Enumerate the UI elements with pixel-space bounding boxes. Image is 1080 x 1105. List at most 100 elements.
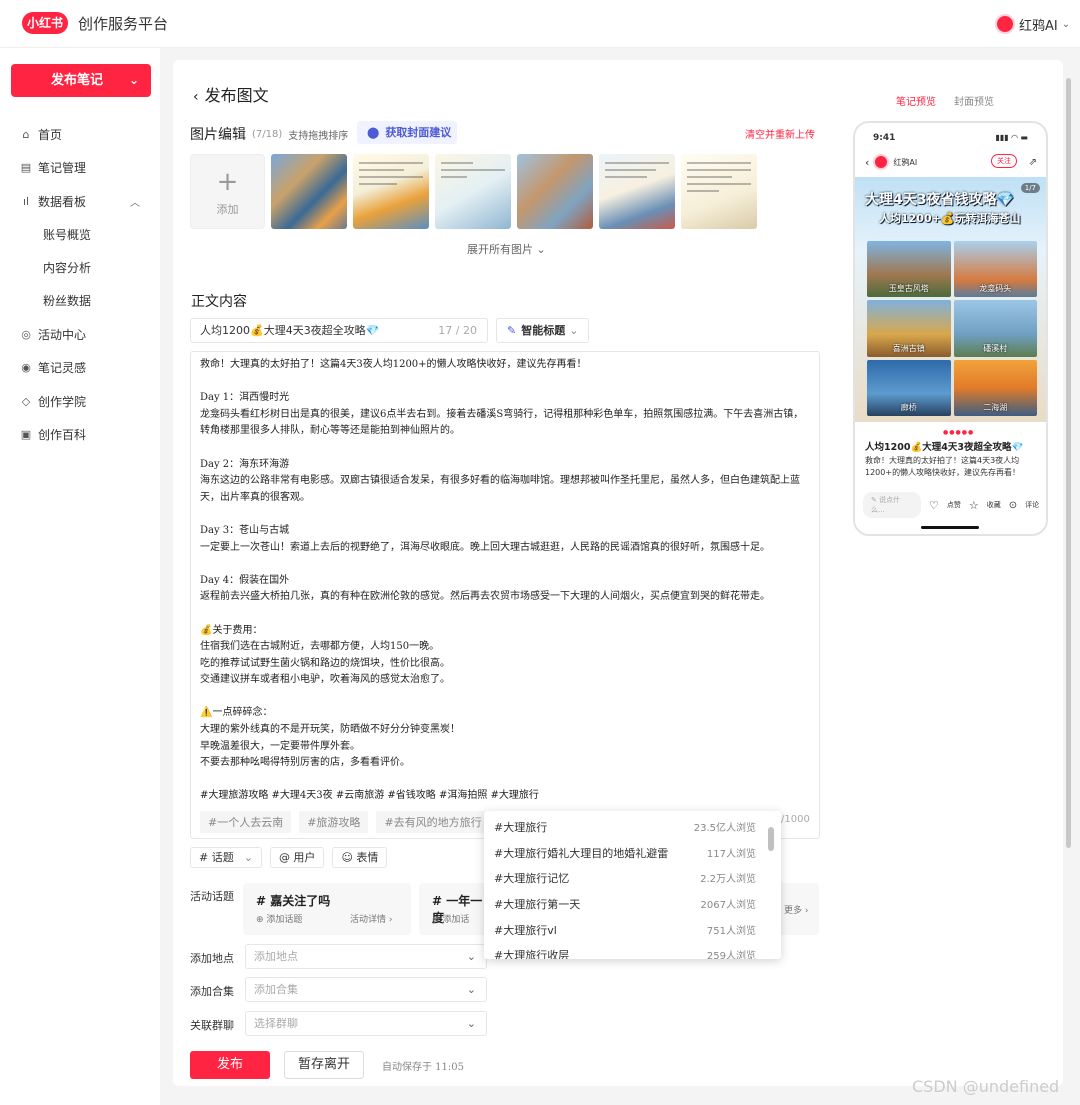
add-topic-link[interactable]: ⊕ 添加话 <box>432 912 469 925</box>
body-line: 一定要上一次苍山！索道上去后的视野绝了，洱海尽收眼底。晚上回大理古城逛逛，人民路… <box>200 541 770 553</box>
location-select[interactable]: 添加地点 ⌄ <box>245 944 487 969</box>
topic-suggestion-dropdown: #大理旅行 23.5亿人浏览 #大理旅行婚礼大理目的地婚礼避雷 117人浏览 #大理… <box>484 811 781 959</box>
publish-button[interactable]: 发布 <box>190 1051 270 1079</box>
tag-chip[interactable]: #旅游攻略 <box>299 811 369 833</box>
activity-detail-link[interactable]: 活动详情 › <box>350 912 392 925</box>
comment-icon: ⊙ <box>1008 499 1018 511</box>
page-title[interactable]: ‹ 发布图文 <box>193 82 269 106</box>
ai-title-button[interactable]: ✎ 智能标题 ⌄ <box>496 318 589 343</box>
save-draft-button[interactable]: 暂存离开 <box>284 1051 364 1079</box>
more-activities[interactable]: 更多 › <box>778 883 819 935</box>
publish-note-button[interactable]: 发布笔记 ⌄ <box>11 64 151 97</box>
sidebar-item-wiki[interactable]: ▣ 创作百科 <box>20 426 86 443</box>
preview-tabs: 笔记预览 封面预览 <box>896 93 994 108</box>
scrollbar-thumb[interactable] <box>1066 78 1071 848</box>
sidebar-item-academy[interactable]: ◇ 创作学院 <box>20 393 86 410</box>
home-icon: ⌂ <box>22 128 30 141</box>
body-line: 海东这边的公路非常有电影感。双廊古镇很适合发呆，有很多好看的临海咖啡馆。理想邦被… <box>200 475 800 503</box>
sidebar-item-content-analysis[interactable]: 内容分析 <box>43 259 91 276</box>
sidebar-item-fans[interactable]: 粉丝数据 <box>43 292 91 309</box>
share-icon: ⇗ <box>1028 156 1037 168</box>
topic-button[interactable]: # 话题 ⌄ <box>190 847 262 868</box>
body-line: 返程前去兴盛大桥拍几张，真的有种在欧洲伦敦的感觉。然后再去农贸市场感受一下大理的… <box>200 591 770 603</box>
sidebar-item-inspiration[interactable]: ◉ 笔记灵感 <box>20 359 86 376</box>
page-indicator: 1/7 <box>1020 183 1040 193</box>
preview-header: ‹ 红鸦AI 关注 ⇗ <box>865 153 1037 171</box>
chart-icon: ıl <box>22 195 30 208</box>
tag-chip[interactable]: #去有风的地方旅行 <box>376 811 490 833</box>
image-strip: + 添加 <box>190 154 757 229</box>
topic-option[interactable]: #大理旅行婚礼大理目的地婚礼避雷 117人浏览 <box>494 845 756 861</box>
cover-suggest-button[interactable]: ⬤ 获取封面建议 <box>357 121 457 144</box>
sidebar-item-dashboard[interactable]: ıl 数据看板 ︿ <box>20 193 140 210</box>
image-edit-title: 图片编辑 <box>190 127 246 143</box>
body-line: #大理旅游攻略 #大理4天3夜 #云南旅游 #省钱攻略 #洱海拍照 #大理旅行 <box>200 790 539 802</box>
body-line: Day 3：苍山与古城 <box>200 524 290 536</box>
sidebar-item-notes[interactable]: ▤ 笔记管理 <box>20 159 86 176</box>
dropdown-scroll-thumb[interactable] <box>768 827 774 851</box>
topic-option-tag: #大理旅行第一天 <box>494 898 581 911</box>
image-thumbnail[interactable] <box>681 154 757 229</box>
magic-wand-icon: ✎ <box>507 324 517 337</box>
expand-images-link[interactable]: 展开所有图片 ⌄ <box>467 241 546 257</box>
image-thumbnail[interactable] <box>599 154 675 229</box>
collection-label: 添加合集 <box>190 985 234 998</box>
body-line: 大理的紫外线真的不是开玩笑，防晒做不好分分钟变黑炭！ <box>200 724 460 736</box>
cover-photo: 二海湖 <box>953 359 1037 416</box>
image-thumbnail[interactable] <box>353 154 429 229</box>
add-image-button[interactable]: + 添加 <box>190 154 265 229</box>
body-section-title: 正文内容 <box>191 294 247 310</box>
dropdown-scrollbar[interactable] <box>767 817 775 955</box>
chevron-down-icon: ⌄ <box>1061 18 1071 30</box>
group-chat-select[interactable]: 选择群聊 ⌄ <box>245 1011 487 1036</box>
topic-option-views: 2.2万人浏览 <box>700 874 756 885</box>
group-chat-label: 关联群聊 <box>190 1019 234 1032</box>
sidebar-item-account-overview[interactable]: 账号概览 <box>43 226 91 243</box>
user-menu[interactable]: 红鸦AI ⌄ <box>995 14 1070 34</box>
chevron-down-icon: ⌄ <box>243 851 253 864</box>
topic-option[interactable]: #大理旅行vl 751人浏览 <box>494 922 756 938</box>
title-input[interactable]: 人均1200💰大理4天3夜超全攻略💎 17 / 20 <box>190 318 488 343</box>
cover-title: 大理4天3夜省钱攻略💎 <box>865 192 1014 208</box>
activity-card[interactable]: # 嘉关注了吗 ⊕ 添加话题 活动详情 › <box>243 883 411 935</box>
topic-option[interactable]: #大理旅行 23.5亿人浏览 <box>494 819 756 835</box>
add-topic-link[interactable]: ⊕ 添加话题 <box>256 912 302 925</box>
chevron-left-icon: ‹ <box>193 89 199 105</box>
cover-photo: 磻溪村 <box>953 300 1037 357</box>
sidebar-item-activity[interactable]: ◎ 活动中心 <box>20 326 86 343</box>
preview-cover-image: 大理4天3夜省钱攻略💎 人均1200+💰玩转洱海苍山 1/7 玉皇古风塔 龙龛码… <box>855 177 1046 422</box>
collection-select[interactable]: 添加合集 ⌄ <box>245 977 487 1002</box>
sidebar-item-home[interactable]: ⌂ 首页 <box>20 126 63 143</box>
emoji-button[interactable]: ☺ 表情 <box>332 847 388 868</box>
expand-label: 展开所有图片 <box>467 243 533 256</box>
tag-chip[interactable]: #一个人去云南 <box>200 811 292 833</box>
tab-note-preview[interactable]: 笔记预览 <box>896 93 936 108</box>
topic-option[interactable]: #大理旅行收层 259人浏览 <box>494 947 756 959</box>
cover-photo-grid: 玉皇古风塔 龙龛码头 喜洲古镇 磻溪村 廊桥 二海湖 <box>867 241 1037 416</box>
body-line <box>200 374 810 391</box>
topic-option-views: 2067人浏览 <box>700 900 756 911</box>
activity-card[interactable]: # 一年一度 ⊕ 添加话 <box>419 883 489 935</box>
sidebar-item-label: 创作学院 <box>38 395 87 409</box>
autosave-status: 自动保存于 11:05 <box>382 1062 464 1073</box>
editor-toolbar: # 话题 ⌄ @ 用户 ☺ 表情 <box>190 847 388 868</box>
body-text[interactable]: 救命！大理真的太好拍了！这篇4天3夜人均1200+的懒人攻略快收好，建议先存再看… <box>200 357 810 805</box>
chevron-down-icon: ⌄ <box>466 983 476 996</box>
cover-photo: 玉皇古风塔 <box>867 241 951 298</box>
body-line: ⚠️一点碎碎念： <box>200 707 273 719</box>
carousel-dots: ●●●●● <box>943 429 975 436</box>
image-thumbnail[interactable] <box>271 154 347 229</box>
image-thumbnail[interactable] <box>435 154 511 229</box>
title-input-value: 人均1200💰大理4天3夜超全攻略💎 <box>200 324 380 337</box>
image-thumbnail[interactable] <box>517 154 593 229</box>
topic-option[interactable]: #大理旅行第一天 2067人浏览 <box>494 896 756 912</box>
mention-user-button[interactable]: @ 用户 <box>269 847 325 868</box>
clear-reupload-link[interactable]: 清空并重新上传 <box>745 126 815 141</box>
topic-option[interactable]: #大理旅行记忆 2.2万人浏览 <box>494 870 756 886</box>
chevron-down-icon: ⌄ <box>533 243 546 256</box>
tab-cover-preview[interactable]: 封面预览 <box>954 93 994 108</box>
top-bar: 小红书 创作服务平台 红鸦AI ⌄ <box>0 0 1080 48</box>
page-scrollbar[interactable] <box>1064 60 1074 1086</box>
brand-logo[interactable]: 小红书 <box>22 12 68 34</box>
topic-option-views: 751人浏览 <box>706 926 756 937</box>
